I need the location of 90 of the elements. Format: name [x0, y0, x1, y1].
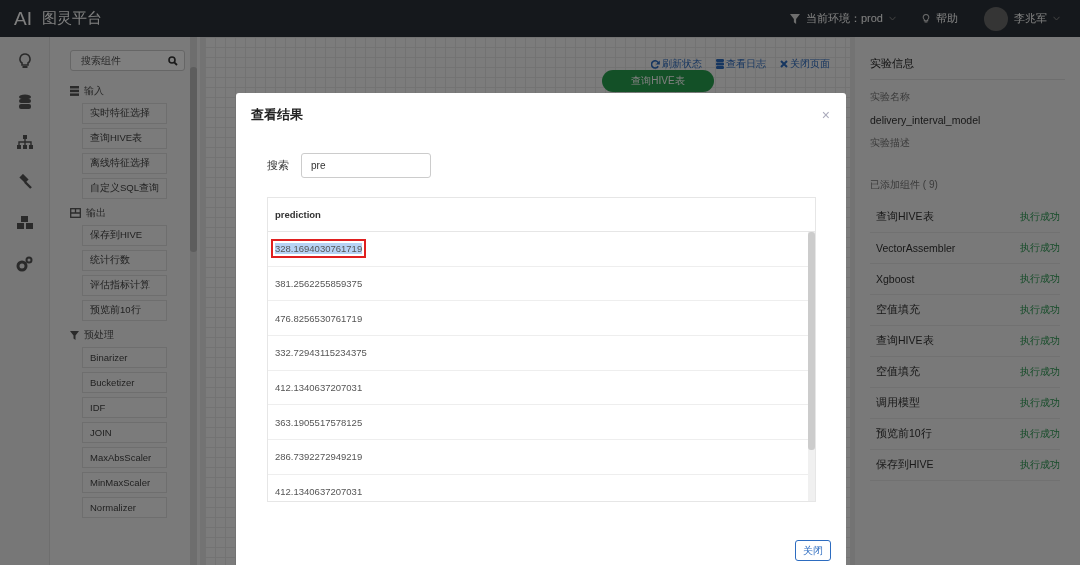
- component-item[interactable]: Bucketizer: [82, 372, 167, 393]
- status-text: 执行成功: [1020, 427, 1060, 441]
- close-icon: [780, 60, 788, 68]
- panel-title: 实验信息: [870, 47, 1065, 80]
- component-item[interactable]: 预览前10行: [82, 300, 167, 321]
- experiment-name: delivery_interval_model: [870, 114, 982, 126]
- component-name: 空值填充: [876, 303, 920, 317]
- help-link[interactable]: 帮助: [922, 11, 958, 26]
- component-name: 空值填充: [876, 365, 920, 379]
- filter-icon: [70, 330, 79, 340]
- output-icon: [70, 208, 81, 218]
- component-item[interactable]: 保存到HIVE: [82, 225, 167, 246]
- close-button[interactable]: ×: [821, 107, 830, 123]
- cubes-icon[interactable]: [15, 215, 34, 231]
- component-row[interactable]: Xgboost 执行成功: [870, 264, 1060, 295]
- component-item[interactable]: JOIN: [82, 422, 167, 443]
- toolbar-link[interactable]: 刷新状态: [651, 57, 702, 71]
- component-item[interactable]: 统计行数: [82, 250, 167, 271]
- search-label: 搜索: [267, 158, 289, 173]
- list-icon: [70, 86, 79, 96]
- component-name: VectorAssembler: [876, 242, 956, 254]
- database-icon: [716, 59, 724, 69]
- component-item[interactable]: Normalizer: [82, 497, 167, 518]
- lightbulb-icon[interactable]: [17, 53, 32, 69]
- search-field[interactable]: pre: [301, 153, 431, 178]
- status-text: 执行成功: [1020, 396, 1060, 410]
- component-item[interactable]: 评估指标计算: [82, 275, 167, 296]
- column-header: prediction: [268, 198, 815, 232]
- status-text: 执行成功: [1020, 365, 1060, 379]
- search-icon: [168, 55, 178, 66]
- toolbar-link[interactable]: 关闭页面: [780, 57, 830, 71]
- table-cell: 476.8256530761719: [275, 312, 363, 324]
- component-row[interactable]: 查询HIVE表 执行成功: [870, 202, 1060, 233]
- component-item[interactable]: Binarizer: [82, 347, 167, 368]
- component-row[interactable]: 空值填充 执行成功: [870, 357, 1060, 388]
- component-item[interactable]: IDF: [82, 397, 167, 418]
- toolbar-link[interactable]: 查看日志: [716, 57, 766, 71]
- flow-node[interactable]: 查询HIVE表: [602, 70, 714, 92]
- app-title: 图灵平台: [41, 9, 102, 28]
- database-icon[interactable]: [17, 94, 32, 110]
- category-header[interactable]: 预处理: [70, 325, 190, 345]
- status-text: 执行成功: [1020, 241, 1060, 255]
- avatar: [984, 6, 1008, 31]
- category-header[interactable]: 输入: [70, 81, 190, 101]
- component-item[interactable]: MinMaxScaler: [82, 472, 167, 493]
- table-cell: 363.1905517578125: [275, 416, 363, 428]
- gears-icon[interactable]: [16, 256, 33, 272]
- component-name: Xgboost: [876, 273, 915, 285]
- refresh-icon: [651, 59, 660, 69]
- search-field[interactable]: 搜索组件: [70, 50, 185, 71]
- component-name: 查询HIVE表: [876, 210, 934, 224]
- component-row[interactable]: 保存到HIVE 执行成功: [870, 450, 1060, 481]
- status-text: 执行成功: [1020, 272, 1060, 286]
- component-row[interactable]: 调用模型 执行成功: [870, 388, 1060, 419]
- component-item[interactable]: 自定义SQL查询: [82, 178, 167, 199]
- gavel-icon[interactable]: [16, 174, 33, 190]
- category-header[interactable]: 输出: [70, 203, 190, 223]
- component-row[interactable]: 空值填充 执行成功: [870, 295, 1060, 326]
- component-name: 保存到HIVE: [876, 458, 934, 472]
- hierarchy-icon[interactable]: [16, 135, 33, 149]
- status-text: 执行成功: [1020, 210, 1060, 224]
- component-item[interactable]: 实时特征选择: [82, 103, 167, 124]
- component-row[interactable]: 预览前10行 执行成功: [870, 419, 1060, 450]
- table-cell: 286.7392272949219: [275, 451, 363, 463]
- user-menu[interactable]: 李兆军: [984, 6, 1060, 31]
- table-cell: 332.72943115234375: [275, 347, 367, 359]
- status-text: 执行成功: [1020, 458, 1060, 472]
- component-name: 预览前10行: [876, 427, 932, 441]
- status-text: 执行成功: [1020, 334, 1060, 348]
- chevron-down-icon: [1053, 16, 1060, 21]
- component-row[interactable]: 查询HIVE表 执行成功: [870, 326, 1060, 357]
- filter-icon: [789, 13, 800, 24]
- component-item[interactable]: 离线特征选择: [82, 153, 167, 174]
- component-item[interactable]: 查询HIVE表: [82, 128, 167, 149]
- component-row[interactable]: VectorAssembler 执行成功: [870, 233, 1060, 264]
- table-cell: 381.2562255859375: [275, 278, 363, 290]
- table-cell: 412.1340637207031: [275, 382, 363, 394]
- lightbulb-icon: [922, 13, 930, 24]
- scrollbar[interactable]: [190, 37, 197, 565]
- dialog-title: 查看结果: [251, 106, 303, 124]
- chevron-down-icon: [889, 16, 896, 21]
- logo: AI: [14, 7, 32, 30]
- status-text: 执行成功: [1020, 303, 1060, 317]
- table-cell: 412.1340637207031: [275, 486, 363, 498]
- component-name: 查询HIVE表: [876, 334, 934, 348]
- component-item[interactable]: MaxAbsScaler: [82, 447, 167, 468]
- close-button[interactable]: 关闭: [795, 540, 831, 561]
- scrollbar[interactable]: [808, 232, 815, 501]
- component-name: 调用模型: [876, 396, 920, 410]
- environment-selector[interactable]: 当前环境：prod: [789, 11, 896, 26]
